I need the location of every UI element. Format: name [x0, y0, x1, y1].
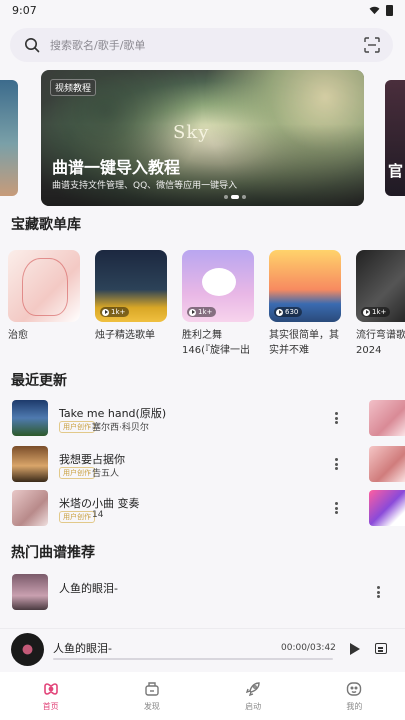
song-row[interactable]: Take me hand(原版) 用户创作 塞尔西·科贝尔 — [0, 398, 405, 438]
song-row[interactable]: 我想要占据你 用户创作 告五人 — [0, 444, 405, 484]
search-bar[interactable] — [10, 28, 393, 62]
playlist-item[interactable]: 1k+ 烛子精选歌单 — [95, 250, 167, 358]
song-cover — [12, 400, 48, 436]
tab-label: 首页 — [42, 702, 59, 711]
song-row[interactable]: 米塔の小曲 变奏 用户创作 14 — [0, 488, 405, 528]
banner-next-text: 官 — [387, 162, 403, 180]
tab-profile[interactable]: 我的 — [304, 672, 405, 720]
hot-song-row[interactable]: 人鱼的眼泪- — [0, 572, 405, 612]
play-icon[interactable] — [350, 643, 360, 655]
section-title-playlists: 宝藏歌单库 — [11, 217, 81, 233]
banner-dot — [224, 195, 228, 199]
progress-bar[interactable] — [53, 658, 333, 660]
play-count-badge: 630 — [274, 307, 303, 317]
more-icon[interactable] — [332, 500, 340, 516]
song-title: 人鱼的眼泪- — [59, 582, 118, 595]
banner-art-text: Sky — [173, 122, 210, 143]
banner-carousel[interactable]: 视频教程 Sky 曲谱一键导入教程 曲谱支持文件管理、QQ、微信等应用一键导入 … — [0, 70, 405, 206]
song-author: 塞尔西·科贝尔 — [92, 423, 149, 433]
player-title: 人鱼的眼泪- — [53, 642, 112, 655]
banner-tag: 视频教程 — [50, 79, 97, 96]
player-time: 00:00/03:42 — [281, 643, 336, 653]
playlist-cover: 1k+ — [95, 250, 167, 322]
banner-next-card[interactable]: 官 — [385, 80, 405, 196]
playlist-cover: 1k+ — [356, 250, 405, 322]
playlist-label: 流行弯谱歌2024 — [356, 330, 405, 356]
song-author: 告五人 — [92, 469, 120, 479]
playlist-cover — [8, 250, 80, 322]
playlist-label: 治愈 — [8, 330, 28, 341]
playlist-item[interactable]: 1k+ 流行弯谱歌2024 — [356, 250, 405, 358]
play-icon — [102, 308, 109, 316]
song-cover — [12, 490, 48, 526]
tab-label: 发现 — [143, 702, 160, 711]
tab-launch[interactable]: 启动 — [203, 672, 304, 720]
scan-icon[interactable] — [363, 36, 381, 54]
album-disc[interactable] — [11, 633, 44, 666]
play-count-badge: 1k+ — [187, 307, 217, 317]
playlist-cover: 1k+ — [182, 250, 254, 322]
playlist-item[interactable]: 治愈 — [8, 250, 80, 358]
more-icon[interactable] — [374, 584, 382, 600]
mini-player[interactable]: 人鱼的眼泪- 00:00/03:42 — [0, 628, 405, 672]
song-side-cover[interactable] — [369, 400, 405, 436]
song-side-cover[interactable] — [369, 490, 405, 526]
play-count-badge: 1k+ — [100, 307, 130, 317]
home-icon — [43, 683, 58, 695]
song-cover — [12, 574, 48, 610]
play-icon — [363, 308, 370, 316]
tab-home[interactable]: 首页 — [0, 672, 101, 720]
song-title: Take me hand(原版) — [59, 407, 167, 420]
playlist-item[interactable]: 1k+ 胜利之舞146(『旋律一出 直... — [182, 250, 254, 358]
wifi-icon — [369, 6, 380, 14]
playlist-cover: 630 — [269, 250, 341, 322]
rocket-icon — [246, 682, 260, 697]
playlist-row[interactable]: 治愈 1k+ 烛子精选歌单 1k+ 胜利之舞146(『旋律一出 直... 630… — [0, 250, 405, 360]
tab-bar: 首页 发现 启动 我的 — [0, 672, 405, 720]
song-cover — [12, 446, 48, 482]
discover-icon — [145, 682, 159, 696]
play-icon — [276, 308, 283, 316]
user-creation-tag: 用户创作 — [59, 467, 95, 479]
play-icon — [189, 308, 196, 316]
banner-prev-card[interactable] — [0, 80, 18, 196]
status-time: 9:07 — [12, 3, 37, 17]
search-icon — [25, 38, 40, 53]
play-count-badge: 1k+ — [361, 307, 391, 317]
song-side-cover[interactable] — [369, 446, 405, 482]
playlist-label: 烛子精选歌单 — [95, 330, 155, 341]
song-author: 14 — [92, 510, 104, 520]
battery-icon — [386, 4, 393, 16]
tab-label: 我的 — [346, 702, 363, 711]
user-creation-tag: 用户创作 — [59, 421, 95, 433]
search-input[interactable] — [50, 38, 363, 52]
playlist-label: 其实很简单，其实并不难 — [269, 330, 339, 356]
user-creation-tag: 用户创作 — [59, 511, 95, 523]
more-icon[interactable] — [332, 410, 340, 426]
playlist-icon[interactable] — [375, 643, 387, 654]
more-icon[interactable] — [332, 456, 340, 472]
profile-icon — [347, 682, 362, 696]
section-title-hot: 热门曲谱推荐 — [11, 545, 95, 561]
banner-title: 曲谱一键导入教程 — [52, 158, 181, 177]
banner-subtitle: 曲谱支持文件管理、QQ、微信等应用一键导入 — [52, 181, 238, 191]
banner-dot — [242, 195, 246, 199]
song-title: 米塔の小曲 变奏 — [59, 497, 140, 510]
playlist-item[interactable]: 630 其实很简单，其实并不难 — [269, 250, 341, 358]
playlist-label: 胜利之舞146(『旋律一出 直... — [182, 330, 250, 356]
banner-card[interactable]: 视频教程 Sky 曲谱一键导入教程 曲谱支持文件管理、QQ、微信等应用一键导入 — [41, 70, 364, 206]
banner-page-dots — [224, 195, 246, 199]
status-bar: 9:07 — [0, 0, 405, 20]
song-title: 我想要占据你 — [59, 453, 125, 466]
tab-label: 启动 — [245, 702, 262, 711]
section-title-recent: 最近更新 — [11, 373, 67, 389]
status-icons — [369, 4, 393, 16]
tab-discover[interactable]: 发现 — [101, 672, 202, 720]
banner-dot-active — [231, 195, 239, 199]
